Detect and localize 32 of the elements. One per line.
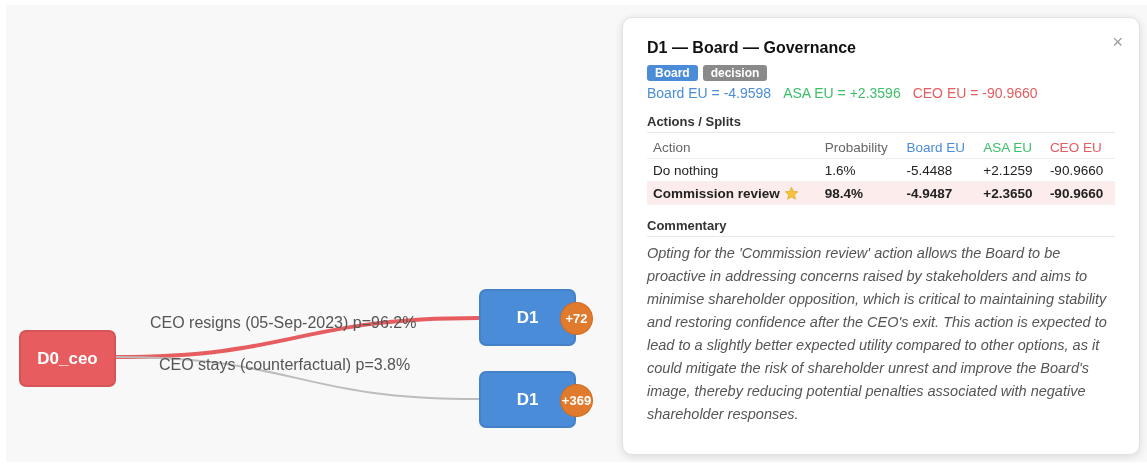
tag: decision [702,65,768,81]
table-cell: -90.9660 [1049,163,1104,178]
utility-value: ASA EU = +2.3596 [783,85,901,101]
table-cell: +2.1259 [983,163,1033,178]
column-header: ASA EU [977,135,1044,159]
column-header: Probability [818,135,901,159]
section-heading: Commentary [647,218,1115,237]
table-cell: Do nothing [653,163,719,178]
graph-node[interactable]: D0_ceo [19,330,116,387]
close-button[interactable]: × [1112,32,1123,53]
table-cell: -90.9660 [1049,186,1104,201]
tag: Board [647,65,698,81]
table-cell: +2.3650 [983,186,1033,201]
table-cell: Commission review [653,186,780,201]
star-icon [783,186,799,201]
table-cell: 1.6% [824,163,856,178]
table-cell: -5.4488 [906,163,953,178]
table-cell: 98.4% [824,186,864,201]
count-badge: +72 [561,303,592,334]
table-row[interactable]: Commission review 98.4% -4.9487 +2.3650 -90.9660 [647,181,1115,205]
commentary-text: Opting for the 'Commission review' action allows the Board to be proactive in addressing concerns raised by stakeholders and aims to minimise shareholder opposition, which is critical to maintaining stability and restoring confidence after the CEO's exit. This action is expected to lead to a slightly better expected utility compared to other options, as it could mitigate the risk of shareholder unrest and improve the Board's image, thereby reducing potential penalties associated with negative shareholder responses. [647,244,1108,424]
column-header: Board EU [900,135,978,159]
utility-value: CEO EU = -90.9660 [912,85,1038,101]
panel-title: D1 — Board — Governance [647,39,856,57]
count-badge: +369 [561,385,592,416]
table-cell: -4.9487 [906,186,953,201]
column-header: Action [647,135,819,159]
edge-label: CEO stays (counterfactual) p=3.8% [159,356,411,374]
table-row[interactable]: Do nothing 1.6% -5.4488 +2.1259 -90.9660 [647,158,1115,182]
column-header: CEO EU [1043,135,1115,159]
section-heading: Actions / Splits [647,114,1115,133]
utility-value: Board EU = -4.9598 [647,85,772,101]
